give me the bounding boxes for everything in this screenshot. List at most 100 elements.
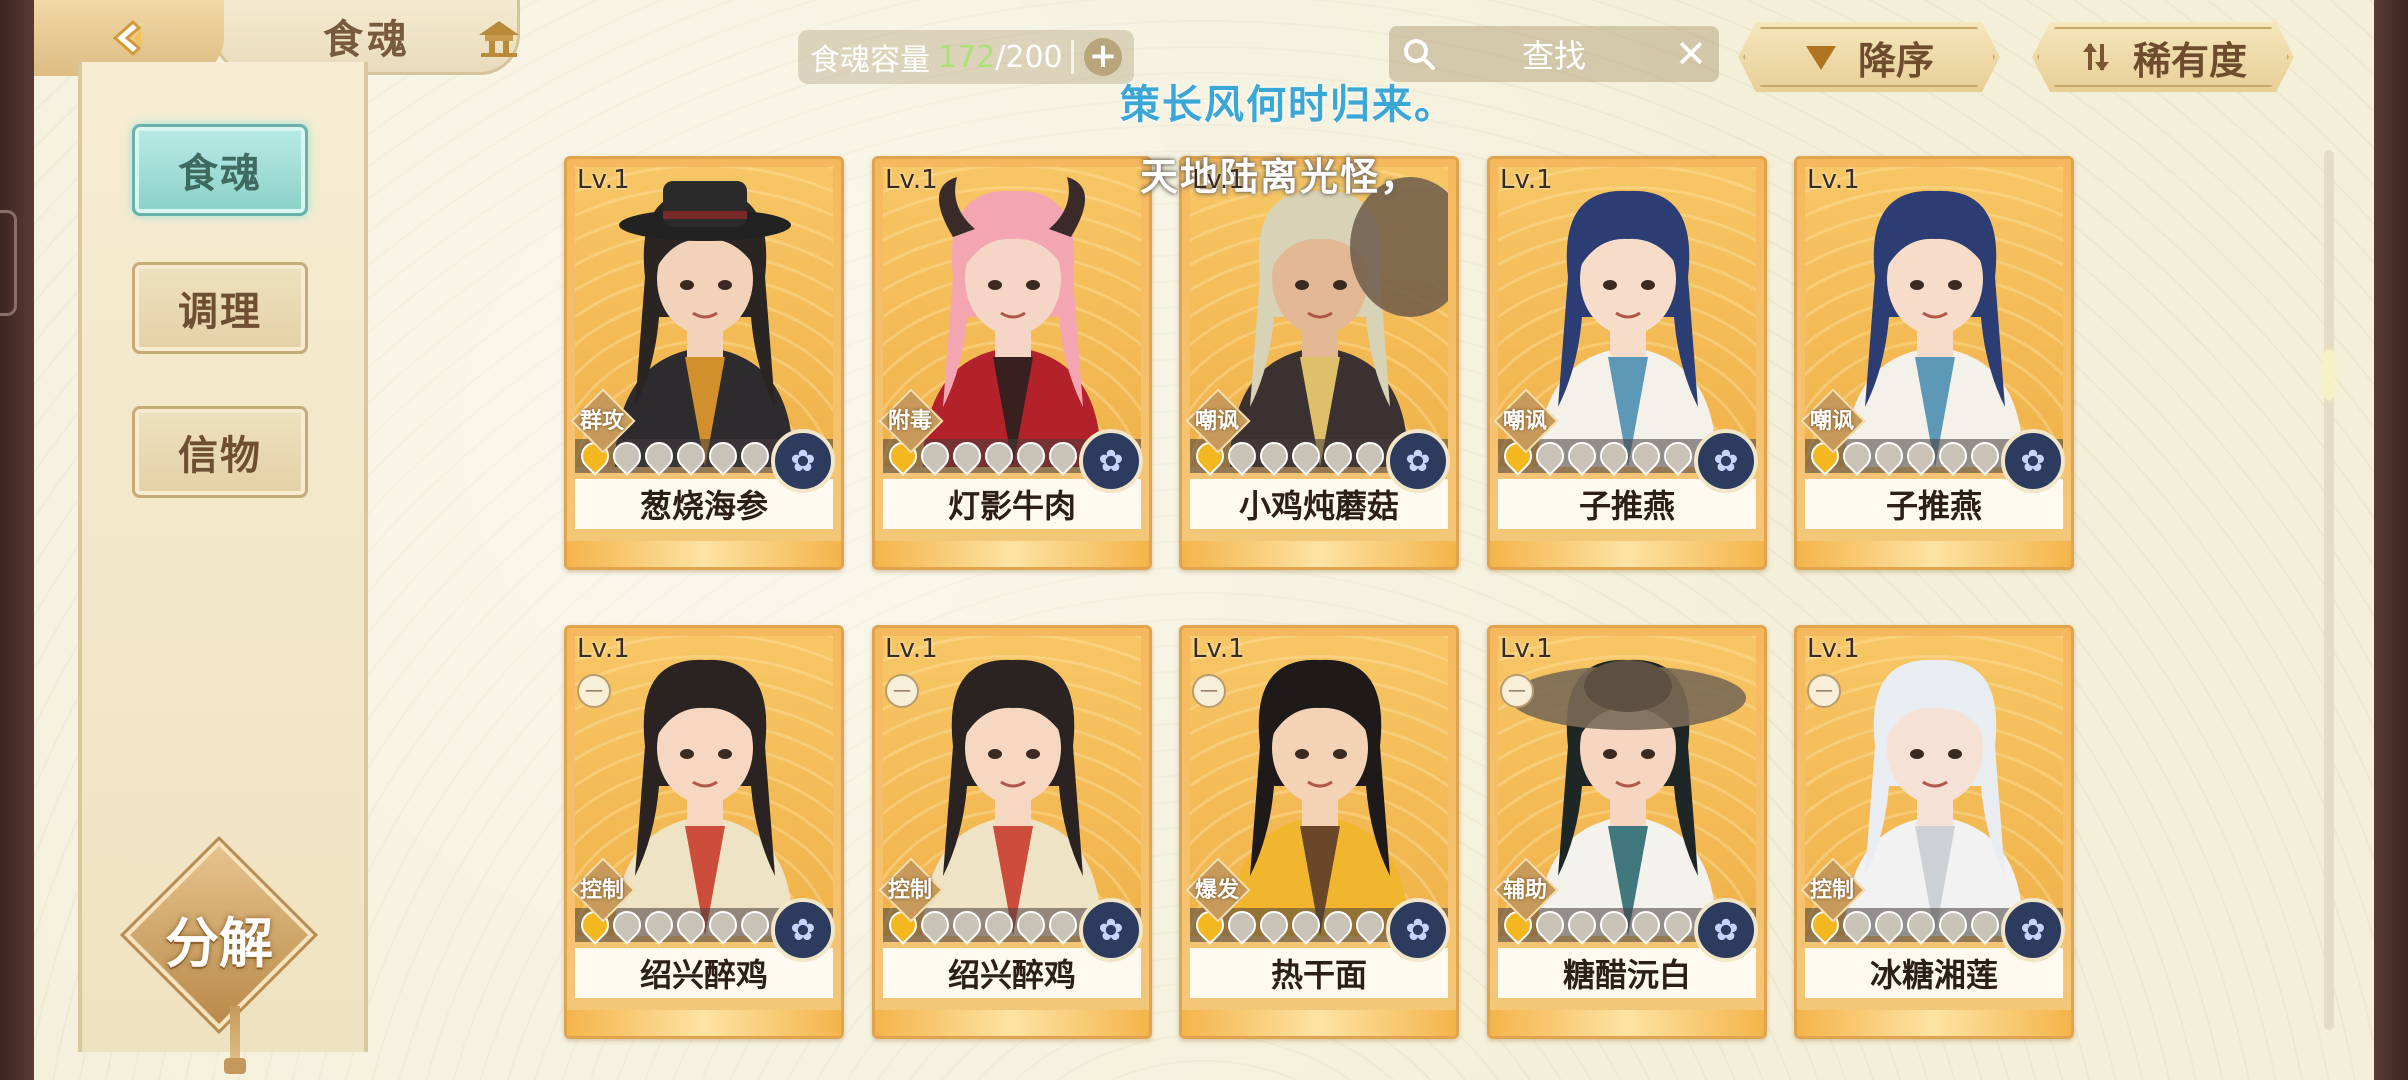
soul-card[interactable]: Lv.1 附毒 ✿ 灯影牛肉 — [872, 156, 1152, 570]
capacity-current: 172 — [938, 39, 996, 75]
lock-icon[interactable]: — — [885, 674, 919, 708]
card-level: Lv.1 — [577, 634, 630, 664]
card-bottom-stripe — [875, 541, 1149, 567]
role-badge: 群攻 — [570, 388, 636, 454]
role-label: 嘲讽 — [1194, 409, 1239, 434]
capacity-display: 食魂容量 172 /200 + — [798, 30, 1134, 84]
flame-star-icon — [1594, 436, 1634, 476]
sort-order-button[interactable]: 降序 — [1738, 22, 2000, 92]
soul-card[interactable]: Lv.1 — 控制 ✿ 冰糖湘莲 — [1794, 625, 2074, 1039]
role-badge: 辅助 — [1493, 857, 1559, 923]
flame-star-icon — [1286, 436, 1326, 476]
lock-icon[interactable]: — — [1500, 674, 1534, 708]
capacity-max: /200 — [995, 39, 1063, 75]
edge-notch — [0, 210, 17, 316]
soul-card[interactable]: Lv.1 群攻 ✿ 葱烧海参 — [564, 156, 844, 570]
sort-rarity-button[interactable]: 稀有度 — [2032, 22, 2294, 92]
role-label: 爆发 — [1194, 878, 1239, 903]
soul-card[interactable]: Lv.1 嘲讽 ✿ 子推燕 — [1487, 156, 1767, 570]
rarity-emblem-icon: ✿ — [1079, 429, 1143, 493]
card-level: Lv.1 — [1500, 634, 1553, 664]
flame-star-icon — [1011, 905, 1051, 945]
flame-star-icon — [1318, 436, 1358, 476]
lock-icon[interactable]: — — [1192, 674, 1226, 708]
flame-star-icon — [735, 905, 775, 945]
flame-star-icon — [1254, 905, 1294, 945]
role-label: 控制 — [887, 878, 932, 903]
rarity-emblem-icon: ✿ — [1386, 898, 1450, 962]
clear-search-icon[interactable]: ✕ — [1675, 32, 1707, 76]
flame-star-icon — [1658, 905, 1698, 945]
flame-star-icon — [639, 905, 679, 945]
flame-star-icon — [703, 905, 743, 945]
card-level: Lv.1 — [1807, 165, 1860, 195]
card-bottom-stripe — [875, 1010, 1149, 1036]
home-icon[interactable] — [474, 14, 524, 64]
role-badge: 爆发 — [1185, 857, 1251, 923]
soul-card[interactable]: Lv.1 嘲讽 ✿ 子推燕 — [1794, 156, 2074, 570]
role-label: 群攻 — [579, 409, 624, 434]
sidebar-item-soul[interactable]: 食魂 — [132, 124, 308, 216]
card-bottom-stripe — [1797, 1010, 2071, 1036]
flame-star-icon — [671, 436, 711, 476]
card-list-scrollbar[interactable] — [2324, 150, 2334, 1030]
role-label: 控制 — [1809, 878, 1854, 903]
soul-card[interactable]: Lv.1 嘲讽 ✿ 小鸡炖蘑菇 — [1179, 156, 1459, 570]
role-label: 附毒 — [887, 409, 932, 434]
flame-star-icon — [1562, 905, 1602, 945]
soul-card[interactable]: Lv.1 — 控制 ✿ 绍兴醉鸡 — [564, 625, 844, 1039]
subtitle-line-1: 策长风何时归来。 — [1120, 82, 1456, 128]
lock-icon[interactable]: — — [1807, 674, 1841, 708]
flame-star-icon — [1562, 436, 1602, 476]
scrollbar-thumb[interactable] — [2324, 350, 2334, 400]
card-bottom-stripe — [1182, 541, 1456, 567]
card-bottom-stripe — [1182, 1010, 1456, 1036]
rarity-emblem-icon: ✿ — [2001, 898, 2065, 962]
card-bottom-stripe — [567, 541, 841, 567]
rarity-emblem-icon: ✿ — [771, 429, 835, 493]
flame-star-icon — [671, 905, 711, 945]
card-level: Lv.1 — [577, 165, 630, 195]
flame-star-icon — [979, 905, 1019, 945]
sidebar-item-token[interactable]: 信物 — [132, 406, 308, 498]
card-bottom-stripe — [1490, 1010, 1764, 1036]
flame-star-icon — [1869, 905, 1909, 945]
decompose-button[interactable]: 分解 — [126, 898, 312, 978]
flame-star-icon — [703, 436, 743, 476]
card-bottom-stripe — [1490, 541, 1764, 567]
flame-star-icon — [1254, 436, 1294, 476]
sidebar-item-label: 信物 — [178, 433, 262, 479]
soul-card[interactable]: Lv.1 — 爆发 ✿ 热干面 — [1179, 625, 1459, 1039]
card-bottom-stripe — [1797, 541, 2071, 567]
search-icon — [1401, 36, 1437, 76]
flame-star-icon — [1901, 905, 1941, 945]
card-level: Lv.1 — [1807, 634, 1860, 664]
role-badge: 控制 — [570, 857, 636, 923]
flame-star-icon — [1658, 436, 1698, 476]
role-badge: 控制 — [878, 857, 944, 923]
soul-card[interactable]: Lv.1 — 辅助 ✿ 糖醋沅白 — [1487, 625, 1767, 1039]
rarity-emblem-icon: ✿ — [1694, 898, 1758, 962]
soul-card[interactable]: Lv.1 — 控制 ✿ 绍兴醉鸡 — [872, 625, 1152, 1039]
flame-star-icon — [1965, 436, 2005, 476]
rarity-emblem-icon: ✿ — [1079, 898, 1143, 962]
flame-star-icon — [1869, 436, 1909, 476]
rarity-emblem-icon: ✿ — [1386, 429, 1450, 493]
flame-star-icon — [1626, 905, 1666, 945]
role-badge: 嘲讽 — [1493, 388, 1559, 454]
rarity-emblem-icon: ✿ — [2001, 429, 2065, 493]
sidebar-item-label: 调理 — [178, 289, 262, 335]
role-badge: 嘲讽 — [1800, 388, 1866, 454]
flame-star-icon — [1933, 905, 1973, 945]
flame-star-icon — [1626, 436, 1666, 476]
add-capacity-button[interactable]: + — [1084, 38, 1122, 76]
flame-star-icon — [735, 436, 775, 476]
flame-star-icon — [1043, 905, 1083, 945]
card-level: Lv.1 — [1192, 165, 1245, 195]
search-placeholder: 查找 — [1521, 37, 1586, 75]
lock-icon[interactable]: — — [577, 674, 611, 708]
card-level: Lv.1 — [1192, 634, 1245, 664]
sidebar-item-cultivate[interactable]: 调理 — [132, 262, 308, 354]
card-level: Lv.1 — [1500, 165, 1553, 195]
card-level: Lv.1 — [885, 634, 938, 664]
